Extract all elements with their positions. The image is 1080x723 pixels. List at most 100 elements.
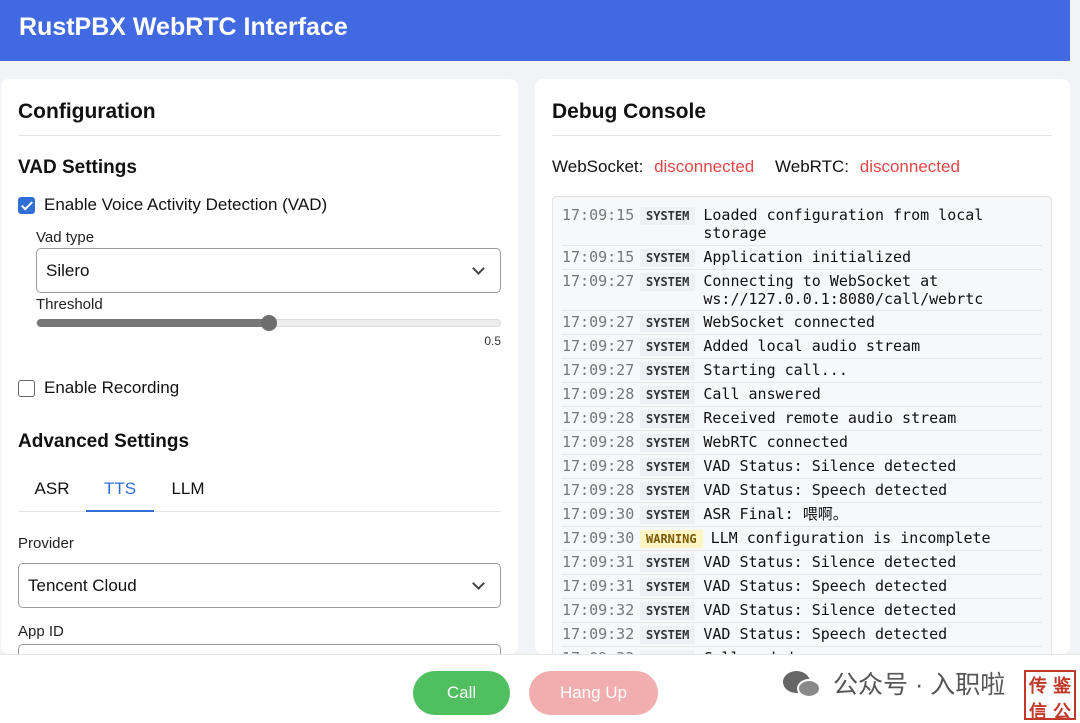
log-time: 17:09:27 (562, 313, 635, 332)
log-time: 17:09:31 (562, 577, 635, 596)
websocket-status-value: disconnected (654, 157, 755, 176)
log-entry: 17:09:28 SYSTEM Call answered (562, 383, 1042, 408)
vad-type-select[interactable]: Silero (36, 248, 501, 293)
log-message: VAD Status: Speech detected (703, 577, 948, 596)
tab-tts[interactable]: TTS (86, 472, 154, 512)
log-message: VAD Status: Speech detected (703, 481, 948, 500)
log-entry: 17:09:28 SYSTEM VAD Status: Silence detect… (562, 455, 1042, 480)
seal-icon: 传 鉴 信 公 (1024, 670, 1076, 722)
log-entry: 17:09:27 SYSTEM Added local audio stream (562, 335, 1042, 360)
log-time: 17:09:27 (562, 271, 635, 290)
log-entry: 17:09:15 SYSTEM Loaded configuration from … (562, 204, 1042, 246)
chevron-down-icon (472, 577, 485, 590)
log-entry: 17:09:27 SYSTEM Starting call... (562, 359, 1042, 384)
log-entry: 17:09:28 SYSTEM VAD Status: Speech detecte… (562, 479, 1042, 504)
log-entry: 17:09:32 SYSTEM VAD Status: Speech detecte… (562, 623, 1042, 648)
log-message: Starting call... (703, 361, 848, 380)
log-entry: 17:09:31 SYSTEM VAD Status: Speech detecte… (562, 575, 1042, 600)
log-entry: 17:09:30 WARNING LLM configuration is inco… (562, 527, 1042, 552)
configuration-divider (18, 135, 501, 136)
threshold-value: 0.5 (484, 334, 501, 348)
threshold-slider[interactable] (36, 315, 501, 331)
log-message: Connecting to WebSocket at ws://127.0.0.… (703, 271, 984, 308)
provider-select[interactable]: Tencent Cloud (18, 563, 501, 608)
log-level-badge: SYSTEM (640, 272, 696, 291)
provider-label: Provider (18, 535, 74, 552)
log-entry: 17:09:28 SYSTEM Received remote audio stre… (562, 407, 1042, 432)
log-entry: 17:09:28 SYSTEM WebRTC connected (562, 431, 1042, 456)
log-time: 17:09:31 (562, 553, 635, 572)
configuration-title: Configuration (18, 100, 156, 123)
log-time: 17:09:27 (562, 361, 635, 380)
log-level-badge: SYSTEM (640, 626, 696, 645)
log-level-badge: SYSTEM (640, 314, 696, 333)
tab-asr[interactable]: ASR (18, 472, 86, 512)
log-entry: 17:09:32 SYSTEM VAD Status: Silence detect… (562, 599, 1042, 624)
chevron-down-icon (472, 262, 485, 275)
configuration-panel: Configuration VAD Settings Enable Voice … (1, 79, 518, 654)
vad-enable-checkbox-row[interactable]: Enable Voice Activity Detection (VAD) (18, 195, 327, 215)
log-level-badge: SYSTEM (640, 554, 696, 573)
log-time: 17:09:15 (562, 247, 635, 266)
log-message: VAD Status: Silence detected (703, 601, 957, 620)
connection-status: WebSocket: disconnected WebRTC: disconne… (552, 157, 976, 177)
app-title: RustPBX WebRTC Interface (19, 13, 348, 41)
provider-value: Tencent Cloud (28, 576, 137, 595)
log-time: 17:09:28 (562, 385, 635, 404)
log-level-badge: SYSTEM (640, 458, 696, 477)
log-entry: 17:09:33SYSTEMCall ended (562, 647, 1042, 654)
vad-settings-title: VAD Settings (18, 157, 137, 178)
log-message: Loaded configuration from local storage (703, 206, 984, 243)
log-entry: 17:09:31 SYSTEM VAD Status: Silence detect… (562, 551, 1042, 576)
log-entry: 17:09:27 SYSTEM Connecting to WebSocket at… (562, 270, 1042, 312)
log-message: VAD Status: Speech detected (703, 625, 948, 644)
wechat-icon (783, 667, 823, 699)
app-header: RustPBX WebRTC Interface (0, 0, 1070, 61)
debug-log[interactable]: 17:09:15 SYSTEM Loaded configuration from … (552, 196, 1052, 654)
log-message: Application initialized (703, 247, 912, 266)
checkbox-checked-icon[interactable] (18, 196, 35, 214)
log-message: Added local audio stream (703, 337, 921, 356)
log-level-badge: WARNING (640, 530, 703, 549)
log-message: ASR Final: 喂啊。 (703, 505, 848, 524)
log-level-badge: SYSTEM (640, 248, 696, 267)
threshold-slider-handle[interactable] (260, 315, 277, 331)
log-message: Call answered (703, 385, 821, 404)
watermark-text: 公众号 · 入职啦 (833, 671, 1006, 699)
log-level-badge: SYSTEM (640, 578, 696, 597)
debug-console-divider (552, 135, 1052, 136)
checkbox-unchecked-icon[interactable] (18, 379, 35, 397)
call-button[interactable]: Call (413, 671, 510, 715)
vad-enable-label: Enable Voice Activity Detection (VAD) (44, 195, 328, 214)
log-entry: 17:09:27 SYSTEM WebSocket connected (562, 311, 1042, 336)
log-message: WebRTC connected (703, 433, 848, 452)
log-time: 17:09:28 (562, 433, 635, 452)
log-level-badge: SYSTEM (640, 207, 696, 225)
webrtc-status-label: WebRTC: (775, 157, 850, 176)
advanced-settings-title: Advanced Settings (18, 431, 190, 452)
watermark: 公众号 · 入职啦 (783, 665, 1005, 701)
log-message: VAD Status: Silence detected (703, 553, 957, 572)
log-time: 17:09:27 (562, 337, 635, 356)
vad-type-label: Vad type (36, 229, 95, 246)
log-time: 17:09:15 (562, 206, 635, 224)
log-time: 17:09:32 (562, 601, 635, 620)
hang-up-button[interactable]: Hang Up (529, 671, 658, 715)
log-time: 17:09:30 (562, 529, 635, 548)
log-level-badge: SYSTEM (640, 386, 696, 405)
tab-llm[interactable]: LLM (154, 472, 222, 512)
websocket-status-label: WebSocket: (552, 157, 644, 176)
log-level-badge: SYSTEM (640, 410, 696, 429)
log-time: 17:09:32 (562, 625, 635, 644)
app-id-input[interactable] (18, 644, 501, 654)
log-message: LLM configuration is incomplete (710, 529, 991, 548)
log-level-badge: SYSTEM (640, 434, 696, 453)
webrtc-status-value: disconnected (859, 157, 960, 176)
threshold-label: Threshold (36, 296, 103, 313)
log-level-badge: SYSTEM (640, 482, 696, 501)
recording-checkbox-row[interactable]: Enable Recording (18, 378, 179, 398)
log-entry: 17:09:30 SYSTEM ASR Final: 喂啊。 (562, 503, 1042, 528)
log-time: 17:09:28 (562, 457, 635, 476)
log-level-badge: SYSTEM (640, 506, 696, 525)
log-level-badge: SYSTEM (640, 602, 696, 621)
